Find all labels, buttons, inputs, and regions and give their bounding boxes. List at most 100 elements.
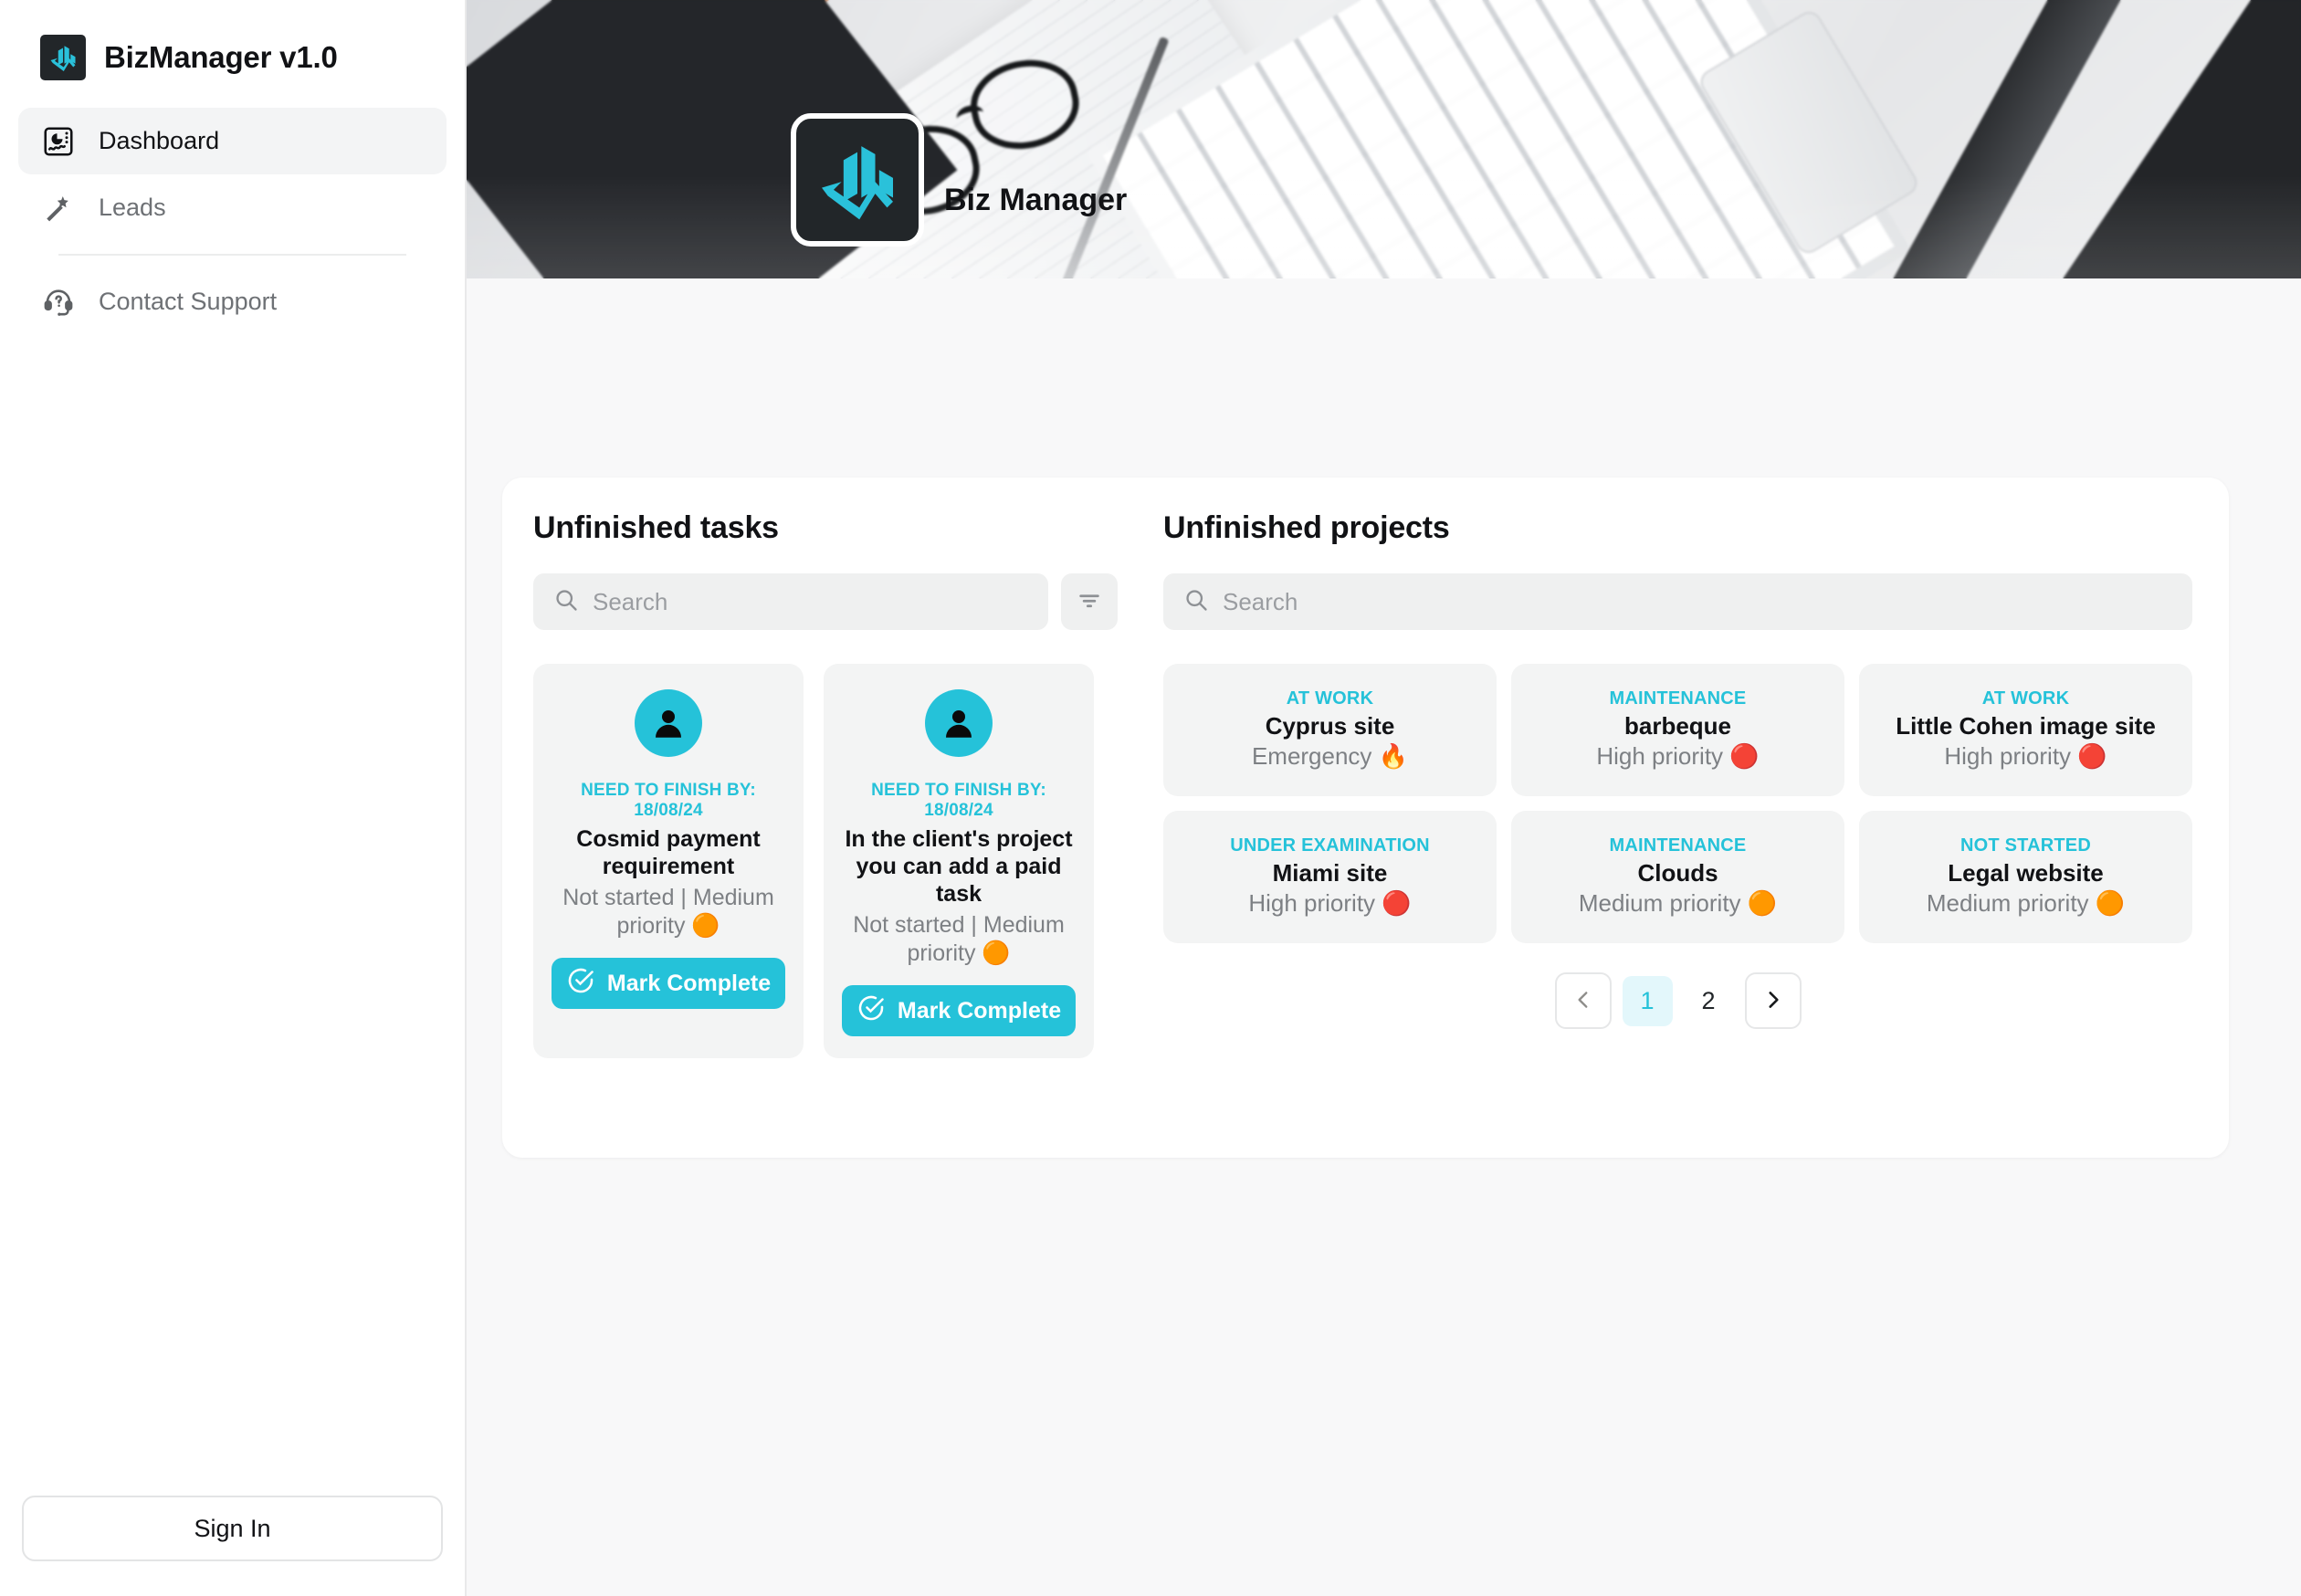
project-priority: Emergency 🔥 (1252, 742, 1408, 772)
task-status-priority: Not started | Medium priority 🟠 (842, 911, 1076, 967)
projects-search-row (1163, 573, 2192, 630)
project-priority: Medium priority 🟠 (1579, 889, 1777, 919)
project-card[interactable]: AT WORK Cyprus site Emergency 🔥 (1163, 664, 1497, 796)
task-name: In the client's project you can add a pa… (845, 826, 1073, 907)
task-card[interactable]: NEED TO FINISH BY: 18/08/24 Cosmid payme… (533, 664, 804, 1058)
project-priority-text: High priority (1944, 742, 2072, 770)
tasks-search-row (533, 573, 1118, 630)
sidebar-divider (58, 254, 406, 256)
biz-chart-logo-icon (791, 113, 924, 247)
task-meta-text: Not started | Medium priority (562, 885, 774, 939)
priority-orange-circle-icon: 🟠 (1747, 890, 1778, 918)
sidebar-item-label: Dashboard (99, 127, 220, 154)
project-card[interactable]: AT WORK Little Cohen image site High pri… (1859, 664, 2192, 796)
headset-question-icon (38, 282, 79, 322)
projects-search-input[interactable] (1223, 587, 2172, 616)
app-root: BizManager v1.0 Dashboard Leads Contact … (0, 0, 2301, 1596)
priority-red-circle-icon: 🔴 (1382, 890, 1412, 918)
unfinished-tasks-section: Unfinished tasks Search NEED TO FINISH B… (533, 510, 1118, 1158)
priority-orange-circle-icon: 🟠 (982, 939, 1011, 966)
project-priority-text: High priority (1248, 889, 1376, 917)
page-title: Biz Manager (944, 183, 1128, 217)
project-name: Little Cohen image site (1896, 711, 2156, 740)
task-due-date: NEED TO FINISH BY: 18/08/24 (871, 781, 1046, 820)
project-priority-text: High priority (1596, 742, 1724, 770)
sidebar-item-label: Contact Support (99, 288, 278, 315)
pagination-page-1[interactable]: 1 (1622, 975, 1673, 1026)
project-priority: High priority 🔴 (1596, 742, 1759, 772)
sidebar-item-label: Leads (99, 194, 166, 221)
magic-wand-icon (38, 188, 79, 228)
project-priority-text: Emergency (1251, 742, 1372, 770)
main-content: Biz Manager Unfinished tasks Search NEED… (467, 0, 2301, 1596)
project-status-badge: NOT STARTED (1960, 835, 2091, 856)
project-priority: High priority 🔴 (1248, 889, 1411, 919)
projects-pagination: 1 2 (1163, 972, 2192, 1029)
search-icon (1183, 587, 1209, 617)
user-avatar-icon (635, 689, 702, 757)
project-priority: High priority 🔴 (1944, 742, 2107, 772)
tasks-search-box[interactable] (533, 573, 1048, 630)
dashboard-panel: Unfinished tasks Search NEED TO FINISH B… (502, 478, 2229, 1158)
sidebar-item-contact-support[interactable]: Contact Support (18, 268, 447, 335)
task-card[interactable]: NEED TO FINISH BY: 18/08/24 In the clien… (824, 664, 1094, 1058)
project-name: Clouds (1637, 858, 1718, 887)
task-status-priority: Not started | Medium priority 🟠 (552, 884, 785, 940)
project-status-badge: AT WORK (1981, 688, 2070, 709)
tasks-search-input[interactable] (593, 587, 1028, 616)
project-status-badge: MAINTENANCE (1609, 835, 1747, 856)
project-status-badge: MAINTENANCE (1609, 688, 1747, 709)
priority-orange-circle-icon: 🟠 (2095, 890, 2126, 918)
project-card[interactable]: MAINTENANCE barbeque High priority 🔴 (1511, 664, 1844, 796)
tasks-list: NEED TO FINISH BY: 18/08/24 Cosmid payme… (533, 664, 1118, 1058)
projects-grid: AT WORK Cyprus site Emergency 🔥 MAINTENA… (1163, 664, 2192, 943)
header-banner-image (467, 0, 2301, 278)
unfinished-projects-section: Unfinished projects AT WORK (1118, 510, 2192, 1158)
project-status-badge: AT WORK (1286, 688, 1374, 709)
sign-in-button[interactable]: Sign In (22, 1496, 443, 1561)
search-icon (553, 587, 579, 617)
priority-red-circle-icon: 🔴 (1729, 743, 1760, 771)
unfinished-projects-title: Unfinished projects (1163, 510, 1450, 545)
project-priority-text: Medium priority (1578, 889, 1741, 917)
project-name: Legal website (1948, 858, 2104, 887)
mark-complete-label: Mark Complete (897, 997, 1062, 1024)
sidebar-item-leads[interactable]: Leads (18, 174, 447, 241)
sidebar-item-dashboard[interactable]: Dashboard (18, 108, 447, 174)
task-due-date: NEED TO FINISH BY: 18/08/24 (581, 781, 756, 820)
user-avatar-icon (925, 689, 993, 757)
mark-complete-button[interactable]: Mark Complete (842, 985, 1076, 1036)
project-name: barbeque (1623, 711, 1732, 740)
unfinished-tasks-title: Unfinished tasks (533, 510, 779, 545)
chevron-left-icon (1571, 988, 1595, 1014)
task-meta-text: Not started | Medium priority (853, 912, 1065, 966)
priority-orange-circle-icon: 🟠 (691, 911, 720, 939)
brand-title: BizManager v1.0 (104, 40, 338, 74)
brand: BizManager v1.0 (0, 0, 465, 108)
project-name: Cyprus site (1265, 711, 1395, 740)
sidebar: BizManager v1.0 Dashboard Leads Contact … (0, 0, 467, 1596)
priority-red-circle-icon: 🔴 (2077, 743, 2107, 771)
task-name: Cosmid payment requirement (576, 826, 761, 879)
pagination-page-2[interactable]: 2 (1684, 976, 1734, 1026)
check-circle-icon (566, 966, 595, 1002)
mark-complete-button[interactable]: Mark Complete (552, 958, 785, 1009)
priority-fire-icon: 🔥 (1378, 743, 1409, 771)
biz-chart-logo-icon (40, 35, 86, 80)
project-card[interactable]: MAINTENANCE Clouds Medium priority 🟠 (1511, 811, 1844, 943)
filter-icon (1077, 588, 1102, 616)
sidebar-footer: Sign In (0, 1496, 465, 1596)
chevron-right-icon (1761, 988, 1785, 1014)
dashboard-chart-icon (38, 121, 79, 162)
project-priority-text: Medium priority (1926, 889, 2089, 917)
project-priority: Medium priority 🟠 (1927, 889, 2125, 919)
pagination-next-button[interactable] (1744, 972, 1802, 1029)
pagination-prev-button[interactable] (1554, 972, 1612, 1029)
tasks-filter-button[interactable] (1061, 573, 1118, 630)
project-card[interactable]: UNDER EXAMINATION Miami site High priori… (1163, 811, 1497, 943)
mark-complete-label: Mark Complete (606, 970, 772, 996)
project-name: Miami site (1272, 858, 1388, 887)
check-circle-icon (856, 993, 886, 1029)
projects-search-box[interactable] (1163, 573, 2192, 630)
project-card[interactable]: NOT STARTED Legal website Medium priorit… (1859, 811, 2192, 943)
